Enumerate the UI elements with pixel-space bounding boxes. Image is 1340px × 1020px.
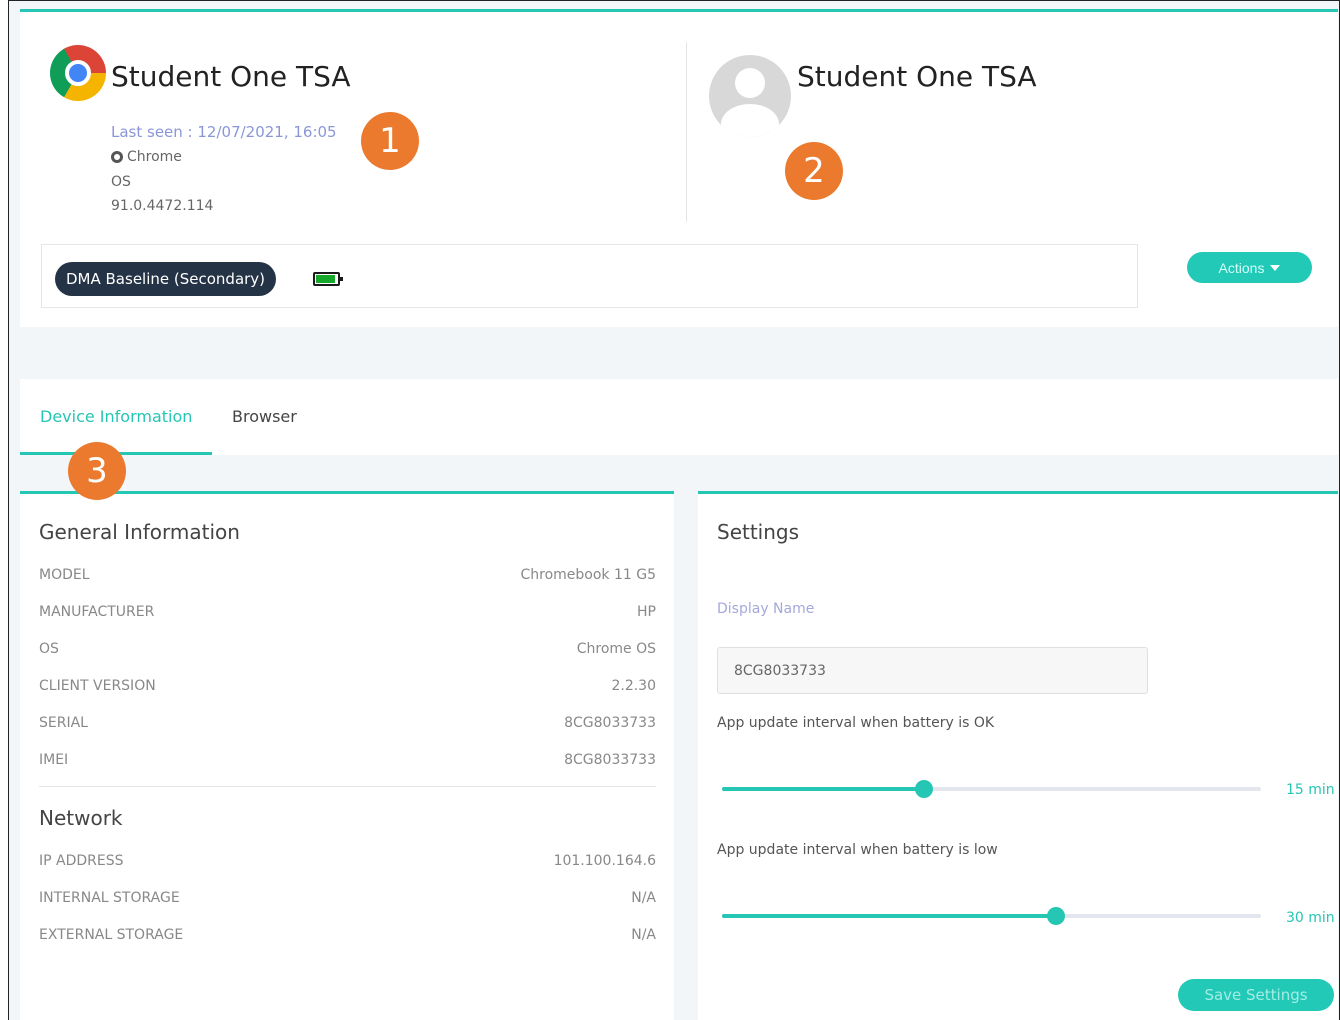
version-text: 91.0.4472.114 <box>111 198 214 214</box>
info-row-model: MODEL Chromebook 11 G5 <box>39 567 656 583</box>
save-settings-button[interactable]: Save Settings <box>1178 979 1334 1011</box>
slider-fill <box>722 787 925 791</box>
row-value: HP <box>637 604 656 620</box>
device-title: Student One TSA <box>111 60 351 93</box>
network-title: Network <box>39 806 123 830</box>
row-value: 8CG8033733 <box>564 715 656 731</box>
row-label: CLIENT VERSION <box>39 678 156 694</box>
device-header-card: Student One TSA Last seen : 12/07/2021, … <box>20 9 1338 327</box>
general-information-panel: General Information MODEL Chromebook 11 … <box>20 491 674 1020</box>
header-divider <box>686 42 687 222</box>
info-row-external-storage: EXTERNAL STORAGE N/A <box>39 927 656 943</box>
row-value: N/A <box>631 890 656 906</box>
app-frame: Student One TSA Last seen : 12/07/2021, … <box>8 0 1340 1020</box>
battery-full-icon <box>313 272 343 286</box>
info-row-imei: IMEI 8CG8033733 <box>39 752 656 768</box>
last-seen-text: Last seen : 12/07/2021, 16:05 <box>111 123 337 141</box>
step-badge-1: 1 <box>361 112 419 170</box>
chrome-small-icon <box>111 151 123 163</box>
row-label: MODEL <box>39 567 90 583</box>
user-avatar-icon <box>709 55 791 137</box>
actions-button[interactable]: Actions <box>1187 252 1312 283</box>
info-row-manufacturer: MANUFACTURER HP <box>39 604 656 620</box>
row-label: EXTERNAL STORAGE <box>39 927 184 943</box>
row-value: Chrome OS <box>576 641 656 657</box>
profile-pill[interactable]: DMA Baseline (Secondary) <box>55 262 277 296</box>
display-name-label: Display Name <box>717 601 815 617</box>
settings-title: Settings <box>717 520 800 544</box>
info-row-client-version: CLIENT VERSION 2.2.30 <box>39 678 656 694</box>
info-row-serial: SERIAL 8CG8033733 <box>39 715 656 731</box>
browser-name: Chrome <box>127 149 182 165</box>
os-text: OS <box>111 174 131 190</box>
row-label: MANUFACTURER <box>39 604 155 620</box>
slider-low-value: 30 min <box>1286 910 1335 926</box>
row-label: IP ADDRESS <box>39 853 124 869</box>
slider-fill <box>722 914 1057 918</box>
row-value: 2.2.30 <box>611 678 656 694</box>
slider-thumb[interactable] <box>915 780 934 798</box>
tab-browser[interactable]: Browser <box>232 407 297 426</box>
actions-label: Actions <box>1218 259 1265 276</box>
tab-device-information[interactable]: Device Information <box>40 407 192 426</box>
section-divider <box>39 786 656 787</box>
row-label: IMEI <box>39 752 69 768</box>
settings-panel: Settings Display Name App update interva… <box>698 491 1338 1020</box>
user-title: Student One TSA <box>797 60 1037 93</box>
profile-bar: DMA Baseline (Secondary) <box>41 244 1138 308</box>
slider-ok-value: 15 min <box>1286 782 1335 798</box>
display-name-input[interactable] <box>717 647 1148 694</box>
caret-down-icon <box>1270 264 1281 271</box>
battery-low-slider[interactable] <box>722 907 1261 925</box>
step-badge-2: 2 <box>785 142 843 200</box>
slider-thumb[interactable] <box>1047 907 1066 925</box>
row-label: INTERNAL STORAGE <box>39 890 180 906</box>
info-row-internal-storage: INTERNAL STORAGE N/A <box>39 890 656 906</box>
chrome-logo-icon <box>50 45 106 101</box>
row-value: N/A <box>631 927 656 943</box>
general-info-title: General Information <box>39 520 240 544</box>
row-value: 8CG8033733 <box>564 752 656 768</box>
battery-ok-slider[interactable] <box>722 780 1261 798</box>
row-label: OS <box>39 641 59 657</box>
row-label: SERIAL <box>39 715 88 731</box>
row-value: Chromebook 11 G5 <box>520 567 656 583</box>
slider-ok-label: App update interval when battery is OK <box>717 715 995 731</box>
slider-low-label: App update interval when battery is low <box>717 842 998 858</box>
info-row-os: OS Chrome OS <box>39 641 656 657</box>
browser-info: Chrome <box>111 149 182 165</box>
step-badge-3: 3 <box>68 442 126 500</box>
info-row-ip-address: IP ADDRESS 101.100.164.6 <box>39 853 656 869</box>
tabs-bar: Device Information Browser <box>20 379 1338 455</box>
row-value: 101.100.164.6 <box>553 853 656 869</box>
